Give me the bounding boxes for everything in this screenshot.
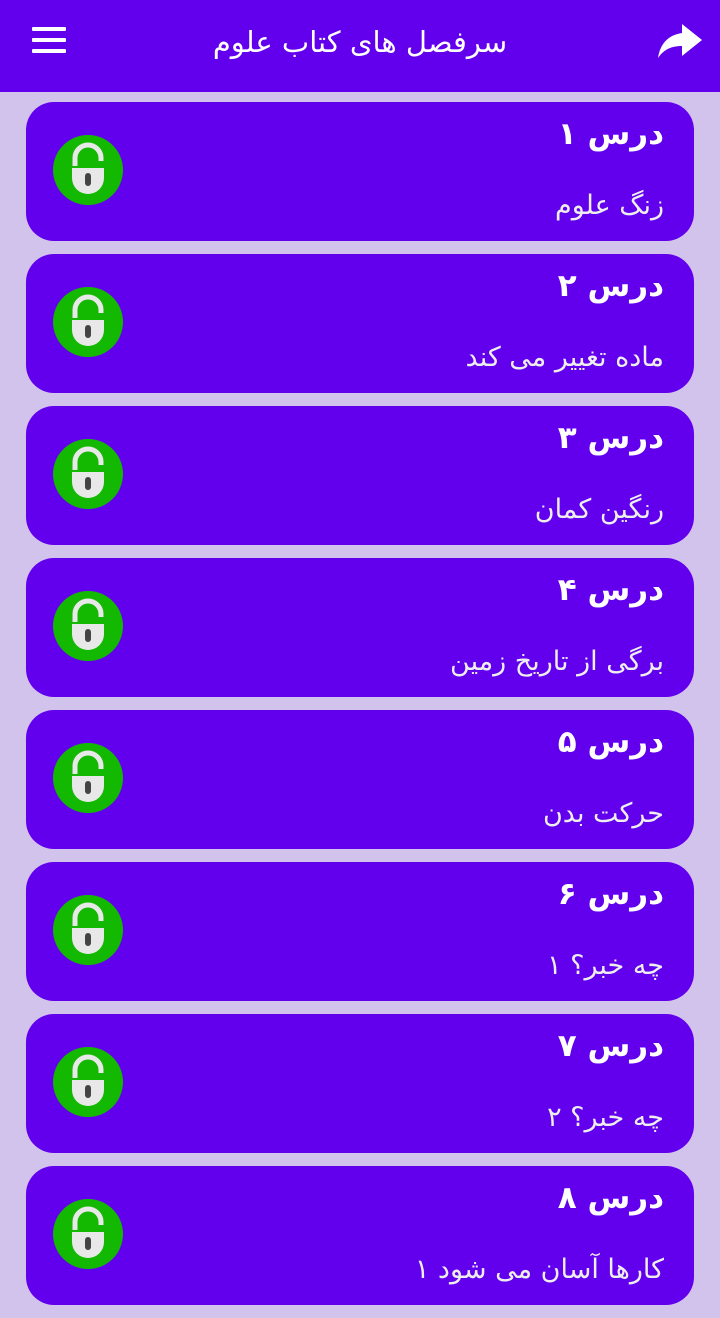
unlocked-padlock-icon xyxy=(53,591,123,661)
app-bar: سرفصل های کتاب علوم xyxy=(0,0,720,92)
lesson-card[interactable]: درس ۴ برگی از تاریخ زمین xyxy=(26,558,694,697)
lesson-subtitle: حرکت بدن xyxy=(542,798,664,829)
lesson-list: درس ۱ زنگ علوم درس ۲ ماده تغییر می کند د… xyxy=(26,102,694,1318)
lesson-title: درس ۱ xyxy=(557,116,664,152)
hamburger-menu-icon xyxy=(32,27,66,31)
unlocked-padlock-icon xyxy=(53,439,123,509)
lesson-card[interactable]: درس ۶ چه خبر؟ ۱ xyxy=(26,862,694,1001)
lesson-subtitle: چه خبر؟ ۲ xyxy=(547,1102,664,1133)
unlocked-padlock-icon xyxy=(53,135,123,205)
lesson-card[interactable]: درس ۳ رنگین کمان xyxy=(26,406,694,545)
lesson-card[interactable]: درس ۲ ماده تغییر می کند xyxy=(26,254,694,393)
unlocked-padlock-icon xyxy=(53,1199,123,1269)
lesson-subtitle: برگی از تاریخ زمین xyxy=(450,646,664,677)
unlocked-padlock-icon xyxy=(53,1047,123,1117)
menu-button[interactable] xyxy=(22,20,76,60)
unlocked-padlock-icon xyxy=(53,895,123,965)
hamburger-line xyxy=(32,38,66,42)
lesson-subtitle: رنگین کمان xyxy=(534,494,664,525)
lesson-title: درس ۴ xyxy=(557,572,664,608)
lesson-subtitle: کارها آسان می شود ۱ xyxy=(414,1254,664,1285)
share-button[interactable] xyxy=(652,18,708,64)
lesson-title: درس ۵ xyxy=(557,724,664,760)
unlocked-padlock-icon xyxy=(53,287,123,357)
lesson-card[interactable]: درس ۵ حرکت بدن xyxy=(26,710,694,849)
lesson-title: درس ۸ xyxy=(557,1180,664,1216)
lesson-card[interactable]: درس ۱ زنگ علوم xyxy=(26,102,694,241)
lesson-subtitle: زنگ علوم xyxy=(554,190,664,221)
page-title: سرفصل های کتاب علوم xyxy=(212,25,508,59)
lesson-card[interactable]: درس ۷ چه خبر؟ ۲ xyxy=(26,1014,694,1153)
lesson-subtitle: ماده تغییر می کند xyxy=(465,342,664,373)
lesson-title: درس ۷ xyxy=(557,1028,664,1064)
lesson-card[interactable]: درس ۸ کارها آسان می شود ۱ xyxy=(26,1166,694,1305)
lesson-title: درس ۳ xyxy=(557,420,664,456)
lesson-title: درس ۶ xyxy=(557,876,664,912)
hamburger-line xyxy=(32,49,66,53)
share-arrow-icon xyxy=(658,24,702,58)
lesson-subtitle: چه خبر؟ ۱ xyxy=(547,950,664,981)
lesson-title: درس ۲ xyxy=(557,268,664,304)
unlocked-padlock-icon xyxy=(53,743,123,813)
